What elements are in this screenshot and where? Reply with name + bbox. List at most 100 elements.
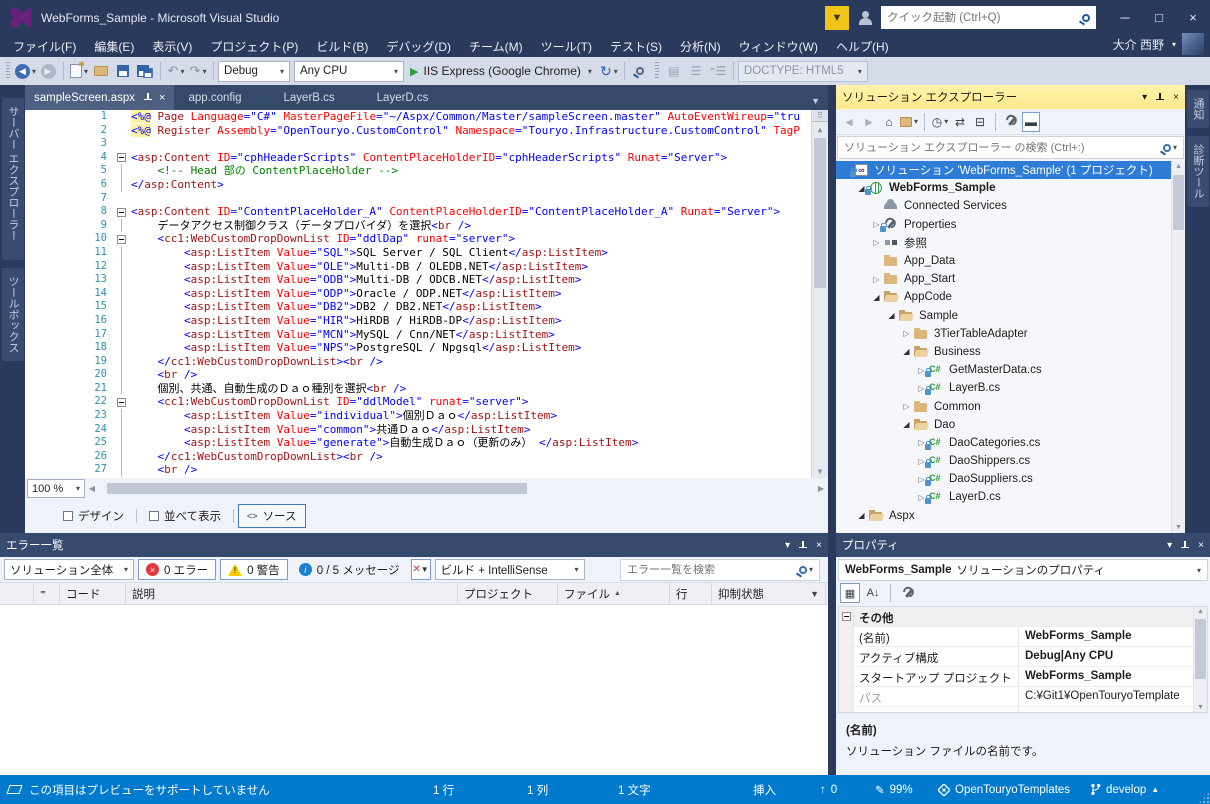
editor-tab-app.config[interactable]: app.config [174,85,269,110]
col-line[interactable]: 行 [670,583,712,604]
property-row-(名前)[interactable]: (名前)WebForms_Sample [839,627,1207,647]
category-row[interactable]: その他 [839,607,1207,627]
editor-tab-LayerD.cs[interactable]: LayerD.cs [363,85,457,110]
property-pages-wrench-icon[interactable] [898,583,918,603]
close-icon[interactable]: × [1173,92,1179,103]
categorized-view-icon[interactable]: ▦ [840,583,860,603]
menu-item-6[interactable]: チーム(M) [460,36,532,57]
collapse-box-icon[interactable] [117,235,126,244]
scrollbar-thumb[interactable] [107,483,527,494]
refresh-button[interactable]: ↻▾ [599,60,619,82]
tree-item-DaoCategories.cs[interactable]: ▷C#DaoCategories.cs [836,434,1185,452]
alphabetical-sort-icon[interactable]: A↓ [863,583,883,603]
col-file[interactable]: ファイル▲ [558,583,670,604]
property-row-スタートアップ プロジェクト[interactable]: スタートアップ プロジェクトWebForms_Sample [839,667,1207,687]
error-list-body[interactable] [0,605,828,775]
toolbar-overflow[interactable] [655,62,659,80]
property-row-説明[interactable]: 説明 [839,707,1207,713]
scroll-up-icon[interactable]: ▲ [1194,608,1207,615]
tree-item--WebForms_Sample-1-[interactable]: ∞ソリューション 'WebForms_Sample' (1 プロジェクト) [836,161,1185,179]
scrollbar-thumb[interactable] [1195,619,1206,679]
clear-filters-button[interactable]: ✕▼ [411,559,431,580]
view-tab-並べて表示[interactable]: 並べて表示 [141,505,229,527]
solution-search-input[interactable] [844,142,1163,154]
user-account-area[interactable]: 大介 西野 ▾ [1113,33,1204,55]
collapse-box-icon[interactable] [117,153,126,162]
collapse-box-icon[interactable] [117,398,126,407]
fold-margin[interactable] [115,395,131,409]
menu-item-9[interactable]: 分析(N) [671,36,730,57]
scroll-down-icon[interactable]: ▼ [1194,704,1207,711]
redo-button[interactable]: ↷▾ [188,60,208,82]
start-debugging-button[interactable]: ▶ IIS Express (Google Chrome) ▾ [404,64,598,78]
tree-item-App_Start[interactable]: ▷App_Start [836,270,1185,288]
tree-item-WebForms_Sample[interactable]: ◢WebForms_Sample [836,179,1185,197]
navigate-forward-button[interactable]: ▶ [38,60,58,82]
editor-splitter-handle[interactable]: ⠿ [812,110,828,122]
tree-item-DaoSuppliers.cs[interactable]: ▷C#DaoSuppliers.cs [836,470,1185,488]
vertical-splitter[interactable] [828,85,836,775]
view-tab-デザイン[interactable]: デザイン [55,505,132,527]
toolbar-grip[interactable] [6,62,10,80]
expanded-icon[interactable]: ◢ [855,511,868,520]
error-search-box[interactable]: ▾ [620,559,820,581]
collapsed-icon[interactable]: ▷ [870,238,883,247]
col-suppression[interactable]: 抑制状態▼ [712,583,826,604]
collapse-all-icon[interactable]: ⊟ [971,112,989,132]
save-button[interactable] [113,60,133,82]
new-file-button[interactable]: ▾ [69,60,89,82]
collapsed-icon[interactable]: ▷ [900,402,913,411]
property-row-アクティブ構成[interactable]: アクティブ構成Debug|Any CPU [839,647,1207,667]
property-value[interactable]: Debug|Any CPU [1019,647,1207,666]
expanded-icon[interactable]: ◢ [870,293,883,302]
solution-configuration-combo[interactable]: Debug▾ [218,61,290,82]
forward-icon[interactable]: ► [860,112,878,132]
error-source-combo[interactable]: ビルド + IntelliSense▾ [435,559,585,580]
pin-icon[interactable] [1181,540,1189,551]
menu-item-0[interactable]: ファイル(F) [4,36,85,57]
filter-funnel-icon[interactable]: ▼ [810,589,819,599]
scroll-left-icon[interactable]: ◀ [85,484,99,493]
close-icon[interactable]: × [1198,540,1204,551]
fold-margin[interactable] [115,151,131,165]
collapsed-icon[interactable]: ▷ [870,275,883,284]
chevron-down-icon[interactable]: ▾ [1142,92,1147,103]
tree-item-DaoShippers.cs[interactable]: ▷C#DaoShippers.cs [836,452,1185,470]
collapse-box-icon[interactable] [842,612,851,621]
warnings-filter-button[interactable]: 0 警告 [220,559,288,580]
close-icon[interactable]: × [816,540,822,551]
blank-column[interactable] [0,583,34,604]
person-icon[interactable] [857,10,873,26]
feedback-button[interactable]: ▼ [825,6,849,30]
back-icon[interactable]: ◄ [840,112,858,132]
tree-item-App_Data[interactable]: App_Data [836,252,1185,270]
menu-item-2[interactable]: 表示(V) [143,36,201,57]
property-value[interactable]: C:¥Git1¥OpenTouryoTemplate [1019,687,1207,706]
tree-item-3TierTableAdapter[interactable]: ▷3TierTableAdapter [836,325,1185,343]
property-value[interactable] [1019,707,1207,713]
view-tab-ソース[interactable]: <>ソース [238,504,305,528]
scroll-right-icon[interactable]: ▶ [814,484,828,493]
sync-with-active-document-icon[interactable]: ⇄ [951,112,969,132]
expanded-icon[interactable]: ◢ [885,311,898,320]
tree-item-LayerD.cs[interactable]: ▷C#LayerD.cs [836,488,1185,506]
property-value[interactable]: WebForms_Sample [1019,627,1207,646]
menu-item-1[interactable]: 編集(E) [85,36,143,57]
properties-wrench-icon[interactable] [1002,112,1020,132]
property-row-パス[interactable]: パスC:¥Git1¥OpenTouryoTemplate [839,687,1207,707]
scrollbar-thumb[interactable] [814,138,826,288]
avatar[interactable] [1182,33,1204,55]
sync-progress-indicator[interactable]: ✎99% [875,775,913,804]
solution-search-box[interactable]: ▾ [837,136,1184,159]
home-icon[interactable]: ⌂ [880,112,898,132]
scroll-down-icon[interactable]: ▼ [1172,524,1185,531]
tree-item-Business[interactable]: ◢Business [836,343,1185,361]
solution-explorer-header[interactable]: ソリューション エクスプローラー ▾ × [836,85,1185,109]
error-scope-combo[interactable]: ソリューション全体▾ [4,559,134,580]
col-description[interactable]: 説明 [126,583,458,604]
branch-indicator[interactable]: develop ▲ [1090,775,1159,804]
close-button[interactable]: × [1176,5,1210,31]
editor-horizontal-scrollbar[interactable] [99,481,814,496]
severity-icon-column[interactable]: ⁼ [34,583,60,604]
properties-object-combo[interactable]: WebForms_Sample ソリューションのプロパティ ▾ [838,559,1208,581]
